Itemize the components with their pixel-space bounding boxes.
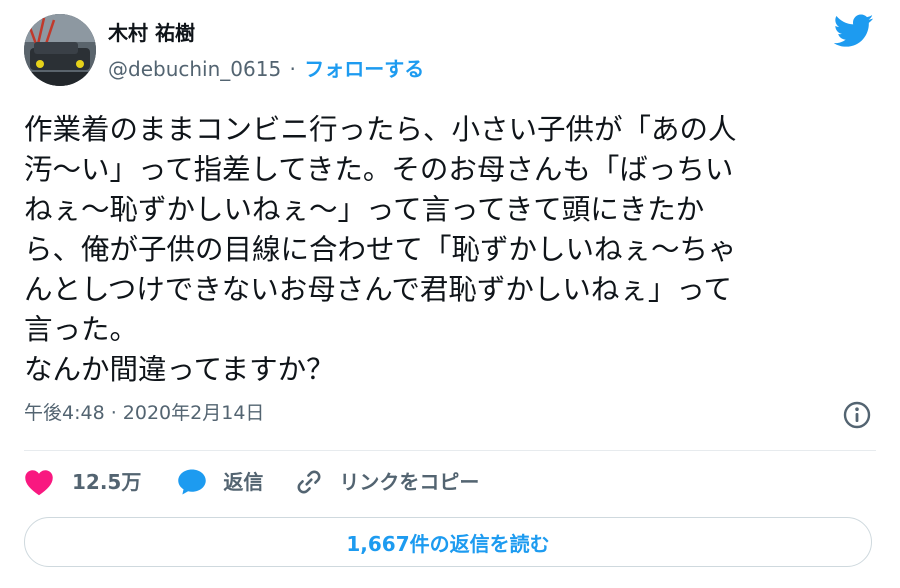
divider [24, 450, 876, 451]
like-count: 12.5万 [72, 470, 142, 494]
twitter-bird-icon[interactable] [834, 14, 874, 48]
reply-label: 返信 [223, 470, 264, 494]
avatar[interactable] [24, 14, 96, 86]
link-icon [297, 470, 321, 494]
user-handle[interactable]: @debuchin_0615 [108, 57, 281, 81]
info-icon[interactable] [842, 400, 872, 430]
heart-icon [25, 470, 53, 496]
read-replies-button[interactable]: 1,667件の返信を読む [24, 517, 872, 567]
copy-link-label: リンクをコピー [339, 470, 480, 494]
reply-button[interactable]: 返信 [177, 464, 263, 500]
display-name[interactable]: 木村 祐樹 [108, 20, 424, 46]
like-button[interactable]: 12.5万 [24, 464, 141, 500]
tweet-timestamp[interactable]: 午後4:48 · 2020年2月14日 [24, 398, 264, 428]
handle-separator: · [289, 57, 296, 81]
author-block: 木村 祐樹 @debuchin_0615 · フォローする [108, 20, 424, 82]
handle-row: @debuchin_0615 · フォローする [108, 56, 424, 82]
copy-link-button[interactable]: リンクをコピー [295, 464, 479, 500]
action-bar: 12.5万 返信 リンクをコピー [24, 464, 479, 500]
tweet-text: 作業着のままコンビニ行ったら、小さい子供が「あの人 汚〜い」って指差してきた。そ… [24, 113, 737, 386]
avatar-image [24, 14, 96, 86]
speech-bubble-icon [178, 469, 207, 495]
follow-link[interactable]: フォローする [304, 57, 424, 81]
